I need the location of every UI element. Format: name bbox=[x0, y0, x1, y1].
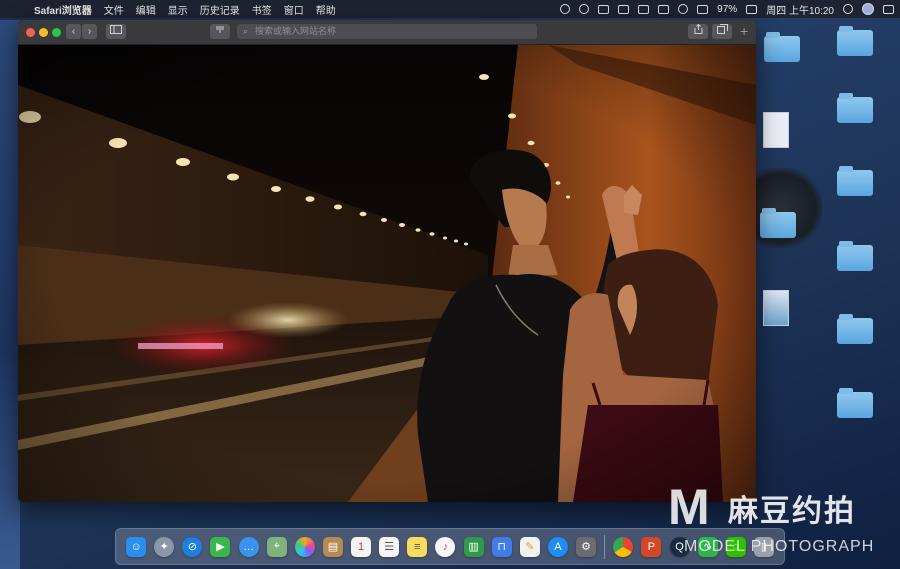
reader-icon bbox=[216, 26, 224, 33]
battery-icon[interactable] bbox=[746, 4, 758, 14]
desktop-wallpaper-left bbox=[0, 20, 20, 569]
back-button[interactable]: ‹ bbox=[66, 24, 81, 39]
keynote-icon[interactable]: ⊓ bbox=[491, 536, 512, 557]
search-icon: ⌕ bbox=[243, 26, 249, 36]
fullscreen-window-button[interactable] bbox=[52, 28, 61, 37]
app-store-icon[interactable]: A bbox=[547, 536, 568, 557]
desktop-image-icon[interactable] bbox=[763, 290, 789, 326]
minimize-window-button[interactable] bbox=[39, 28, 48, 37]
safari-window: ‹ › ⌕ 搜索或输入网站名称 + bbox=[18, 20, 756, 502]
messages-icon[interactable]: … bbox=[238, 536, 259, 557]
battery-percent[interactable]: 97% bbox=[717, 4, 737, 15]
desktop-folder-icon[interactable] bbox=[837, 166, 873, 196]
sidebar-icon bbox=[110, 25, 122, 34]
numbers-icon[interactable]: ▥ bbox=[463, 536, 484, 557]
calendar-day: 1 bbox=[358, 540, 365, 553]
share-icon bbox=[694, 23, 702, 34]
forward-button[interactable]: › bbox=[82, 24, 97, 39]
launchpad-icon[interactable]: ✦ bbox=[154, 536, 175, 557]
pages-icon[interactable]: ✎ bbox=[519, 536, 540, 557]
share-button[interactable] bbox=[688, 23, 708, 39]
menu-edit[interactable]: 编辑 bbox=[136, 2, 156, 17]
tabs-icon bbox=[716, 24, 728, 34]
new-tab-button[interactable]: + bbox=[740, 23, 748, 39]
safari-toolbar: ‹ › ⌕ 搜索或输入网站名称 + bbox=[18, 20, 756, 45]
photos-icon[interactable] bbox=[294, 536, 315, 557]
desktop-folder-icon[interactable] bbox=[837, 26, 873, 56]
bluetooth-icon[interactable] bbox=[658, 4, 670, 14]
desktop-folder-icon[interactable] bbox=[837, 388, 873, 418]
desktop-image-icon[interactable] bbox=[763, 112, 789, 148]
menu-file[interactable]: 文件 bbox=[104, 2, 124, 17]
airplay-icon[interactable] bbox=[618, 4, 630, 14]
menu-help[interactable]: 帮助 bbox=[316, 2, 336, 17]
watermark: M 麻豆约拍 MODEL PHOTOGRAPH bbox=[660, 480, 900, 569]
show-all-tabs-button[interactable] bbox=[712, 24, 732, 39]
dock-divider bbox=[604, 534, 606, 559]
tunnel-couple-photo bbox=[18, 45, 756, 502]
menu-bookmarks[interactable]: 书签 bbox=[252, 2, 272, 17]
facetime-icon[interactable]: ▶ bbox=[210, 536, 231, 557]
finder-icon[interactable]: ☺ bbox=[126, 536, 147, 557]
address-bar[interactable]: ⌕ 搜索或输入网站名称 bbox=[237, 24, 537, 39]
music-icon[interactable]: ♪ bbox=[435, 536, 456, 557]
reader-button[interactable] bbox=[210, 24, 230, 39]
safari-icon[interactable]: ⊘ bbox=[182, 536, 203, 557]
clock[interactable]: 周四 上午10:20 bbox=[766, 2, 834, 17]
vpn-status-icon[interactable] bbox=[598, 4, 610, 14]
calendar-icon[interactable]: 1 bbox=[351, 536, 372, 557]
desktop-folder-icon[interactable] bbox=[837, 314, 873, 344]
desktop-folder-icon[interactable] bbox=[837, 241, 873, 271]
watermark-logo-letter: M bbox=[668, 479, 710, 535]
volume-icon[interactable] bbox=[697, 4, 709, 14]
menu-history[interactable]: 历史记录 bbox=[200, 2, 240, 17]
wechat-status-icon[interactable] bbox=[560, 4, 571, 14]
desktop-folder-icon[interactable] bbox=[764, 32, 800, 62]
screen-icon[interactable] bbox=[638, 4, 650, 14]
notes-icon[interactable]: ≡ bbox=[407, 536, 428, 557]
menu-window[interactable]: 窗口 bbox=[284, 2, 304, 17]
desktop-folder-icon[interactable] bbox=[760, 208, 796, 238]
chrome-icon[interactable] bbox=[613, 536, 634, 557]
desktop-folder-icon[interactable] bbox=[837, 93, 873, 123]
spotlight-search-icon[interactable] bbox=[843, 4, 853, 14]
notification-center-icon[interactable] bbox=[883, 4, 894, 14]
watermark-brand-en: MODEL PHOTOGRAPH bbox=[684, 538, 875, 555]
watermark-brand-cn: 麻豆约拍 bbox=[728, 495, 856, 528]
wifi-icon[interactable] bbox=[678, 4, 689, 14]
menu-bar: Safari浏览器 文件 编辑 显示 历史记录 书签 窗口 帮助 97% 周四 … bbox=[0, 0, 900, 18]
contacts-icon[interactable]: ▤ bbox=[322, 536, 343, 557]
sidebar-toggle-button[interactable] bbox=[106, 24, 126, 39]
maps-icon[interactable]: ⌖ bbox=[266, 536, 287, 557]
address-placeholder: 搜索或输入网站名称 bbox=[255, 26, 337, 36]
system-preferences-icon[interactable]: ⚙ bbox=[576, 536, 597, 557]
status-area: 97% 周四 上午10:20 bbox=[560, 0, 894, 18]
sync-status-icon[interactable] bbox=[579, 4, 590, 14]
menu-app-name[interactable]: Safari浏览器 bbox=[34, 2, 92, 17]
reminders-icon[interactable]: ☰ bbox=[379, 536, 400, 557]
menu-view[interactable]: 显示 bbox=[168, 2, 188, 17]
close-window-button[interactable] bbox=[26, 28, 35, 37]
powerpoint-icon[interactable]: P bbox=[641, 536, 662, 557]
siri-icon[interactable] bbox=[862, 3, 874, 15]
